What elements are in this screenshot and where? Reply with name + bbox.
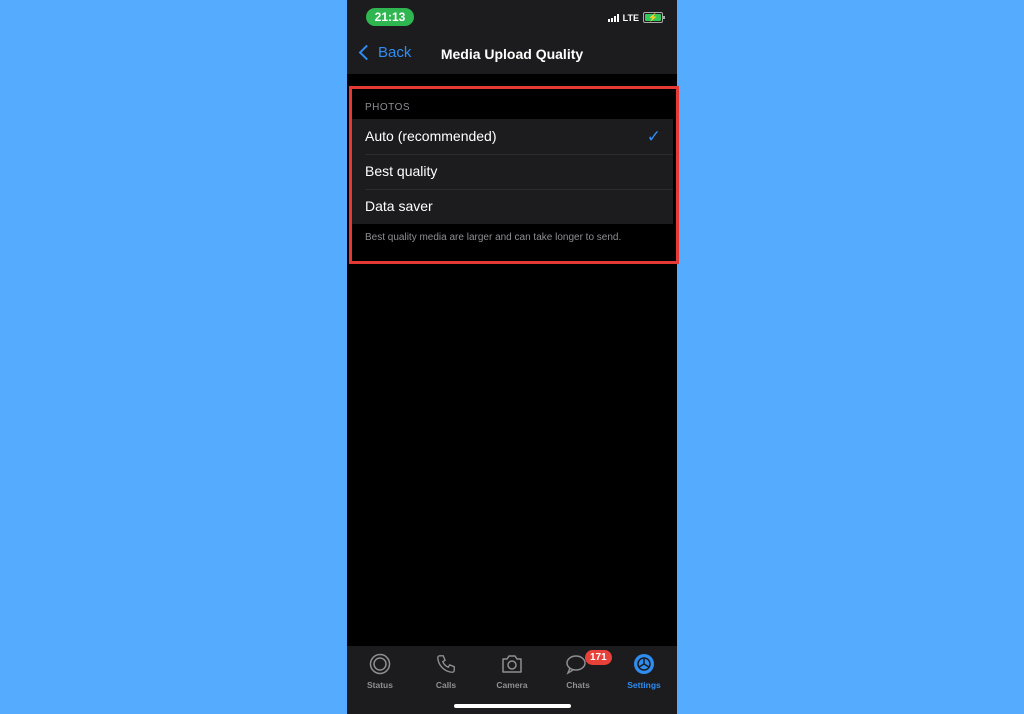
photos-section: PHOTOS Auto (recommended) ✓ Best quality… bbox=[352, 89, 676, 261]
tab-status[interactable]: Status bbox=[347, 652, 413, 690]
option-auto[interactable]: Auto (recommended) ✓ bbox=[352, 119, 673, 154]
tab-label: Camera bbox=[496, 680, 528, 690]
chat-icon: 171 bbox=[545, 650, 612, 676]
option-data-saver[interactable]: Data saver bbox=[352, 189, 673, 224]
tab-label: Status bbox=[367, 680, 393, 690]
status-bar: 21:13 LTE ⚡ bbox=[347, 0, 677, 34]
page-title: Media Upload Quality bbox=[440, 46, 584, 62]
tab-label: Calls bbox=[435, 680, 457, 690]
tab-camera[interactable]: Camera bbox=[479, 652, 545, 690]
highlight-frame: PHOTOS Auto (recommended) ✓ Best quality… bbox=[349, 86, 679, 264]
section-header: PHOTOS bbox=[365, 102, 411, 113]
tab-settings[interactable]: Settings bbox=[611, 652, 677, 690]
phone-screen: 21:13 LTE ⚡ Back Media Upload Quality PH… bbox=[347, 0, 679, 714]
tab-chats[interactable]: 171 Chats bbox=[545, 650, 612, 690]
phone-icon bbox=[413, 652, 479, 676]
option-label: Best quality bbox=[365, 163, 438, 179]
quality-options-list: Auto (recommended) ✓ Best quality Data s… bbox=[352, 119, 673, 224]
option-label: Auto (recommended) bbox=[365, 128, 497, 144]
status-icon bbox=[347, 652, 413, 676]
battery-icon: ⚡ bbox=[643, 12, 665, 23]
tab-label: Chats bbox=[566, 680, 590, 690]
camera-icon bbox=[479, 652, 545, 676]
signal-icon bbox=[607, 13, 619, 22]
home-indicator bbox=[454, 704, 571, 708]
section-footnote: Best quality media are larger and can ta… bbox=[365, 232, 622, 243]
option-best-quality[interactable]: Best quality bbox=[352, 154, 673, 189]
network-label: LTE bbox=[622, 12, 639, 23]
status-indicators: LTE ⚡ bbox=[607, 12, 665, 23]
navigation-bar: Back Media Upload Quality bbox=[347, 34, 677, 74]
tab-label: Settings bbox=[627, 680, 661, 690]
tab-calls[interactable]: Calls bbox=[413, 652, 479, 690]
unread-badge: 171 bbox=[585, 650, 612, 665]
option-label: Data saver bbox=[365, 198, 433, 214]
time-pill: 21:13 bbox=[366, 8, 414, 26]
gear-icon bbox=[611, 652, 677, 676]
checkmark-icon: ✓ bbox=[646, 127, 661, 146]
